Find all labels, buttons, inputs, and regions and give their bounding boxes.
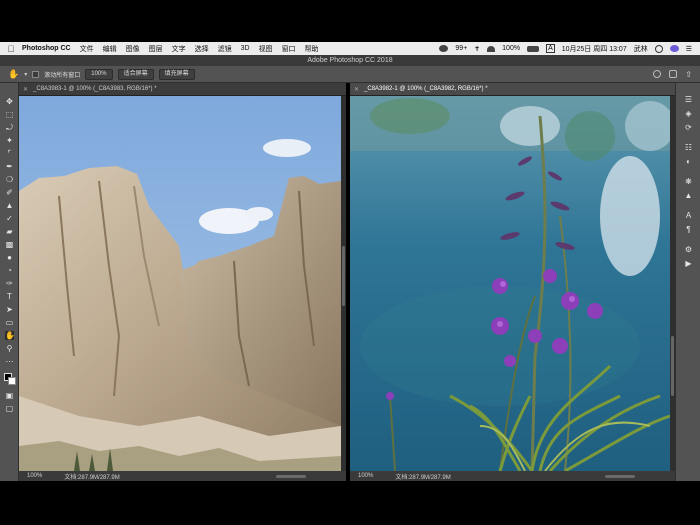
menu-help[interactable]: 帮助 xyxy=(305,44,319,54)
type-tool-icon[interactable]: T xyxy=(5,292,14,301)
document-size[interactable]: 文档:287.9M/287.9M xyxy=(64,472,119,481)
paragraph-icon[interactable]: ¶ xyxy=(684,225,693,234)
document-tab-title: _C8A3983-1 @ 100% (_C8A3983, RGB/16*) * xyxy=(33,86,157,92)
zoom-tool-icon[interactable]: ⚲ xyxy=(5,344,14,353)
wechat-badge: 99+ xyxy=(455,45,468,52)
zoom-level[interactable]: 100% xyxy=(27,473,42,479)
tool-preset-dropdown[interactable]: ▾ xyxy=(24,71,27,78)
canvas-mountain-photo[interactable] xyxy=(19,96,341,471)
share-icon[interactable]: ⇧ xyxy=(685,70,692,79)
document-size[interactable]: 文档:287.9M/287.9M xyxy=(395,472,450,481)
adjustments-icon[interactable]: ☷ xyxy=(684,143,693,152)
eraser-tool-icon[interactable]: ▰ xyxy=(5,227,14,236)
canvas-flower-photo[interactable] xyxy=(350,96,672,471)
healing-brush-tool-icon[interactable]: ❍ xyxy=(5,175,14,184)
menu-type[interactable]: 文字 xyxy=(172,44,186,54)
menu-filter[interactable]: 滤镜 xyxy=(218,44,232,54)
edit-toolbar-icon[interactable]: ⋯ xyxy=(5,357,14,366)
user-name[interactable]: 武林 xyxy=(634,44,648,54)
fit-screen-button[interactable]: 适合屏幕 xyxy=(117,68,154,80)
horizontal-scrollbar[interactable] xyxy=(276,474,306,478)
menu-app-name[interactable]: Photoshop CC xyxy=(22,45,71,52)
quick-mask-icon[interactable]: ▣ xyxy=(5,391,14,400)
mountain-photo xyxy=(19,96,341,471)
document-window-1[interactable]: ✕ _C8A3983-1 @ 100% (_C8A3983, RGB/16*) … xyxy=(19,83,346,481)
close-tab-icon[interactable]: ✕ xyxy=(23,86,28,93)
background-color-swatch[interactable] xyxy=(8,377,16,385)
history-brush-tool-icon[interactable]: ✓ xyxy=(5,214,14,223)
menu-view[interactable]: 视图 xyxy=(259,44,273,54)
document-tab-2[interactable]: ✕ _C8A3982-1 @ 100% (_C8A3982, RGB/16*) … xyxy=(350,83,675,96)
properties-icon[interactable]: ⚙ xyxy=(684,245,693,254)
hand-tool-icon[interactable]: ✋ xyxy=(8,69,19,80)
date-time[interactable]: 10月25日 周四 13:07 xyxy=(562,44,627,54)
color-icon[interactable]: ❋ xyxy=(684,177,693,186)
wifi-icon[interactable] xyxy=(487,45,496,52)
history-icon[interactable]: ▶ xyxy=(684,259,693,268)
zoom-level[interactable]: 100% xyxy=(358,473,373,479)
status-bar-1: 100% 文档:287.9M/287.9M xyxy=(19,471,346,481)
menu-image[interactable]: 图像 xyxy=(126,44,140,54)
input-method[interactable]: A xyxy=(546,44,555,53)
document-tab-title: _C8A3982-1 @ 100% (_C8A3982, RGB/16*) * xyxy=(364,86,488,92)
rectangle-tool-icon[interactable]: ▭ xyxy=(5,318,14,327)
marquee-tool-icon[interactable]: ⬚ xyxy=(5,110,14,119)
flower-photo xyxy=(350,96,672,471)
notification-center-icon[interactable]: ☰ xyxy=(686,45,692,53)
channels-icon[interactable]: ◈ xyxy=(684,109,693,118)
histogram-icon[interactable]: ▲ xyxy=(684,191,693,200)
move-tool-icon[interactable]: ✥ xyxy=(5,97,14,106)
wechat-icon[interactable] xyxy=(439,45,449,52)
right-panel-dock: ☰ ◈ ⟳ ☷ ◐ ❋ ▲ A ¶ ⚙ ▶ xyxy=(675,83,700,481)
layers-icon[interactable]: ☰ xyxy=(684,95,693,104)
fill-screen-button[interactable]: 填充屏幕 xyxy=(158,68,195,80)
bluetooth-icon[interactable]: ✝ xyxy=(474,45,480,53)
window-title: Adobe Photoshop CC 2018 xyxy=(0,55,700,66)
apple-icon[interactable]:  xyxy=(0,44,22,54)
styles-icon[interactable]: ◐ xyxy=(684,157,693,166)
macos-menubar:  Photoshop CC 文件 编辑 图像 图层 文字 选择 滤镜 3D 视… xyxy=(0,42,700,55)
character-icon[interactable]: A xyxy=(684,211,693,220)
status-bar-2: 100% 文档:287.9M/287.9M xyxy=(350,471,675,481)
search-icon[interactable] xyxy=(653,69,662,78)
tools-panel: ✥ ⬚ ⤾ ✦ ⌜ ✒ ❍ ✐ ▲ ✓ ▰ ▩ ● ◔ ✑ T ➤ ▭ ✋ ⚲ … xyxy=(0,83,19,481)
menu-select[interactable]: 选择 xyxy=(195,44,209,54)
document-window-2[interactable]: ✕ _C8A3982-1 @ 100% (_C8A3982, RGB/16*) … xyxy=(350,83,675,481)
menu-file[interactable]: 文件 xyxy=(80,44,94,54)
lasso-tool-icon[interactable]: ⤾ xyxy=(5,123,14,132)
search-icon[interactable] xyxy=(654,44,663,53)
workspace-icon[interactable] xyxy=(669,69,678,78)
options-bar: ✋ ▾ 滚动所有窗口 100% 适合屏幕 填充屏幕 ⇧ xyxy=(0,66,700,83)
path-select-tool-icon[interactable]: ➤ xyxy=(5,305,14,314)
close-tab-icon[interactable]: ✕ xyxy=(354,86,359,93)
battery-icon[interactable] xyxy=(527,45,540,52)
gradient-tool-icon[interactable]: ▩ xyxy=(5,240,14,249)
paths-icon[interactable]: ⟳ xyxy=(684,123,693,132)
clone-stamp-tool-icon[interactable]: ▲ xyxy=(5,201,14,210)
hand-tool-icon[interactable]: ✋ xyxy=(5,331,15,340)
scroll-all-windows-checkbox[interactable] xyxy=(32,70,40,78)
menu-3d[interactable]: 3D xyxy=(241,45,250,52)
battery-percent: 100% xyxy=(502,45,521,52)
menu-edit[interactable]: 编辑 xyxy=(103,44,117,54)
eyedropper-tool-icon[interactable]: ✒ xyxy=(5,162,14,171)
horizontal-scrollbar[interactable] xyxy=(605,474,635,478)
screen-mode-icon[interactable]: ▢ xyxy=(5,404,14,413)
scroll-all-windows-label: 滚动所有窗口 xyxy=(44,72,81,79)
menu-layer[interactable]: 图层 xyxy=(149,44,163,54)
siri-icon[interactable] xyxy=(669,45,679,52)
menu-window[interactable]: 窗口 xyxy=(282,44,296,54)
crop-tool-icon[interactable]: ⌜ xyxy=(5,149,14,158)
blur-tool-icon[interactable]: ● xyxy=(5,253,14,262)
dodge-tool-icon[interactable]: ◔ xyxy=(5,266,14,275)
document-tab-1[interactable]: ✕ _C8A3983-1 @ 100% (_C8A3983, RGB/16*) … xyxy=(19,83,346,96)
zoom-100-button[interactable]: 100% xyxy=(85,68,113,80)
pen-tool-icon[interactable]: ✑ xyxy=(5,279,14,288)
vertical-scrollbar[interactable] xyxy=(341,96,346,471)
quick-select-tool-icon[interactable]: ✦ xyxy=(5,136,14,145)
brush-tool-icon[interactable]: ✐ xyxy=(5,188,14,197)
